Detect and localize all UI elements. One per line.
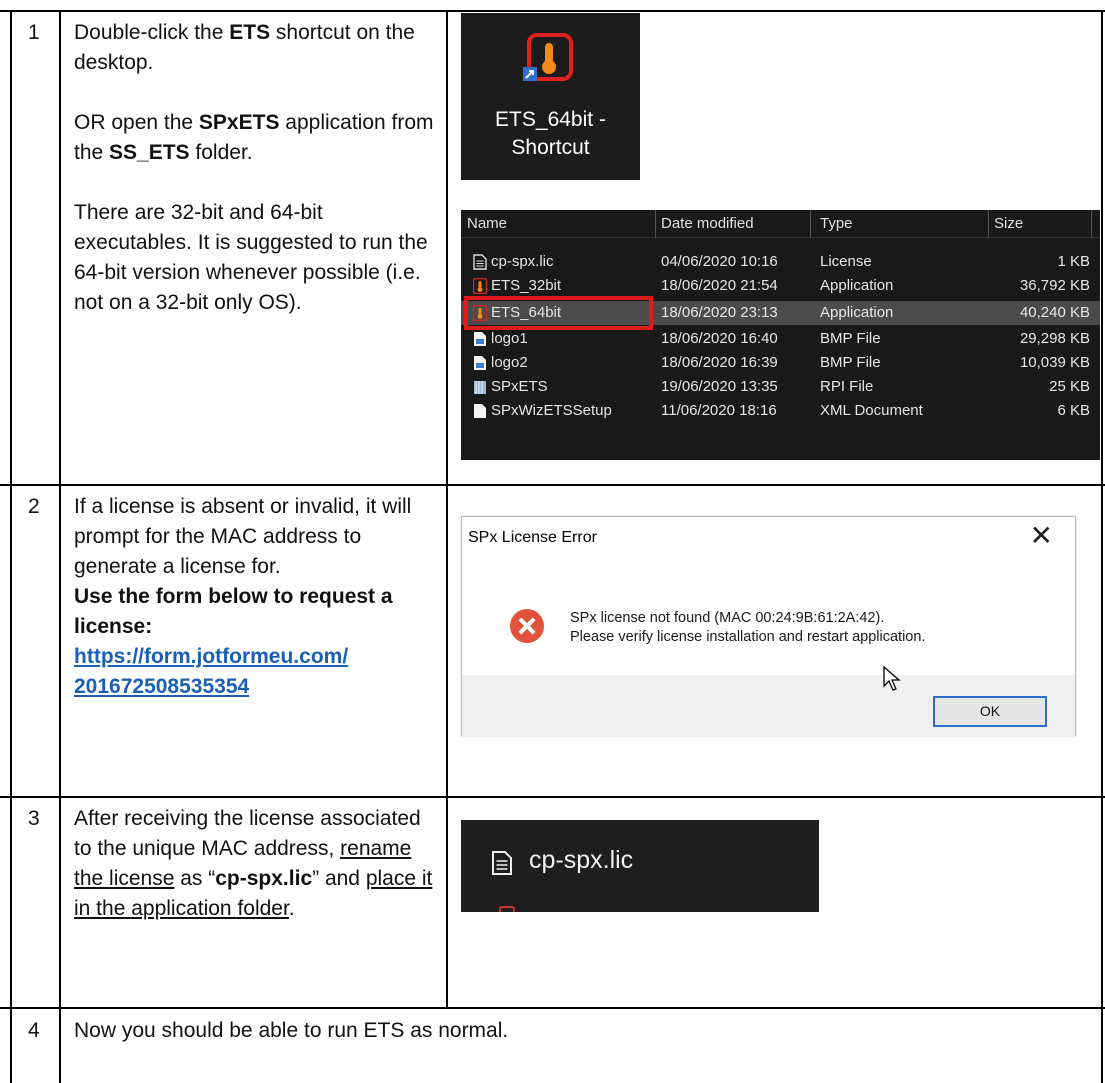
column-separator: [655, 210, 656, 238]
number-column-divider: [59, 10, 61, 1083]
row-divider-2: [0, 796, 1105, 798]
file-size: 40,240 KB: [1019, 304, 1090, 321]
step-4-text: Now you should be able to run ETS as nor…: [74, 1019, 509, 1042]
instruction-table: 1 Double-click the ETS shortcut on the d…: [0, 0, 1105, 1083]
license-form-link[interactable]: https://form.jotformeu.com/2016725085353…: [74, 642, 442, 702]
text-column-divider: [446, 10, 448, 1007]
file-size: 36,792 KB: [1019, 277, 1090, 294]
step-2-paragraph-2: Use the form below to request a license:: [74, 585, 393, 638]
file-date: 18/06/2020 23:13: [661, 304, 778, 321]
column-header-type[interactable]: Type: [820, 215, 853, 232]
file-size: 1 KB: [1057, 253, 1090, 270]
column-separator: [1091, 210, 1092, 238]
step-number: 2: [28, 495, 40, 518]
table-right-border: [1101, 10, 1103, 1083]
step-1-paragraph-2: OR open the SPxETS application from the …: [74, 111, 434, 164]
thermometer-app-icon: [473, 278, 487, 294]
close-icon[interactable]: ✕: [1030, 521, 1053, 551]
file-type: Application: [820, 304, 894, 321]
dialog-title: SPx License Error: [468, 529, 597, 546]
file-type: Application: [820, 277, 894, 294]
file-name: cp-spx.lic: [491, 253, 554, 270]
step-1-text: Double-click the ETS shortcut on the des…: [74, 18, 442, 318]
link-line-1[interactable]: https://form.jotformeu.com/: [74, 645, 348, 668]
file-size: 29,298 KB: [1019, 330, 1090, 347]
file-date: 04/06/2020 10:16: [661, 253, 778, 270]
xml-file-icon: [474, 404, 486, 418]
file-date: 19/06/2020 13:35: [661, 378, 778, 395]
file-size: 10,039 KB: [1019, 354, 1090, 371]
shortcut-label-line-1: ETS_64bit -: [495, 108, 606, 131]
dialog-message-line-2: Please verify license installation and r…: [570, 629, 926, 645]
license-file-name: cp-spx.lic: [529, 846, 634, 874]
step-number: 3: [28, 807, 40, 830]
file-date: 18/06/2020 16:39: [661, 354, 778, 371]
column-separator: [810, 210, 811, 238]
file-type: XML Document: [820, 402, 923, 419]
file-type: BMP File: [820, 354, 881, 371]
file-row[interactable]: ETS_32bit 18/06/2020 21:54 Application 3…: [461, 274, 1100, 298]
file-row[interactable]: logo2 18/06/2020 16:39 BMP File 10,039 K…: [461, 351, 1100, 375]
link-line-2[interactable]: 201672508535354: [74, 675, 249, 698]
license-error-dialog: SPx License Error ✕ SPx license not foun…: [461, 516, 1076, 736]
step-1-paragraph-1: Double-click the ETS shortcut on the des…: [74, 21, 415, 74]
file-name: ETS_32bit: [491, 277, 562, 294]
bmp-file-icon: [474, 356, 486, 370]
mouse-cursor-icon: [883, 666, 901, 691]
file-size: 6 KB: [1057, 402, 1090, 419]
file-name: logo2: [491, 354, 528, 371]
column-separator: [988, 210, 989, 238]
bmp-file-icon: [474, 332, 486, 346]
file-type: RPI File: [820, 378, 874, 395]
table-top-border: [0, 10, 1105, 12]
column-header-name[interactable]: Name: [467, 215, 507, 232]
file-type: BMP File: [820, 330, 881, 347]
step-1-paragraph-3: There are 32-bit and 64-bit executables.…: [74, 201, 428, 314]
file-explorer-list: Name Date modified Type Size cp-spx.lic …: [461, 210, 1100, 460]
rpi-file-icon: [474, 381, 486, 394]
step-3-text: After receiving the license associated t…: [74, 807, 433, 920]
file-row[interactable]: cp-spx.lic 04/06/2020 10:16 License 1 KB: [461, 250, 1100, 274]
file-name: SPxETS: [491, 378, 548, 395]
shortcut-label-line-2: Shortcut: [511, 136, 590, 159]
step-2-text: If a license is absent or invalid, it wi…: [74, 492, 442, 702]
column-header-date[interactable]: Date modified: [661, 215, 754, 232]
row-divider-3: [0, 1007, 1105, 1009]
file-date: 18/06/2020 16:40: [661, 330, 778, 347]
ok-button[interactable]: OK: [933, 696, 1047, 727]
license-file-preview: cp-spx.lic: [461, 820, 819, 912]
column-header-size[interactable]: Size: [994, 215, 1023, 232]
explorer-header: Name Date modified Type Size: [461, 210, 1100, 238]
highlight-box: [464, 296, 653, 330]
text-file-icon: [473, 254, 487, 270]
thermometer-app-icon: [499, 906, 515, 912]
file-size: 25 KB: [1049, 378, 1090, 395]
file-name: SPxWizETSSetup: [491, 402, 612, 419]
dialog-message: SPx license not found (MAC 00:24:9B:61:2…: [570, 609, 925, 647]
error-icon: [510, 609, 544, 643]
dialog-message-line-1: SPx license not found (MAC 00:24:9B:61:2…: [570, 610, 885, 626]
file-row[interactable]: logo1 18/06/2020 16:40 BMP File 29,298 K…: [461, 327, 1100, 351]
table-left-border: [10, 10, 12, 1083]
step-number: 4: [28, 1019, 40, 1042]
step-number: 1: [28, 21, 40, 44]
file-date: 11/06/2020 18:16: [661, 402, 777, 419]
text-file-icon: [492, 851, 512, 875]
thermometer-app-icon: [523, 33, 573, 81]
step-2-paragraph-1: If a license is absent or invalid, it wi…: [74, 495, 412, 578]
file-row[interactable]: SPxETS 19/06/2020 13:35 RPI File 25 KB: [461, 375, 1100, 399]
file-row[interactable]: SPxWizETSSetup 11/06/2020 18:16 XML Docu…: [461, 399, 1100, 423]
row-divider-1: [0, 484, 1105, 486]
file-type: License: [820, 253, 872, 270]
ets-desktop-shortcut[interactable]: ETS_64bit - Shortcut: [461, 13, 640, 180]
file-date: 18/06/2020 21:54: [661, 277, 778, 294]
file-name: logo1: [491, 330, 528, 347]
